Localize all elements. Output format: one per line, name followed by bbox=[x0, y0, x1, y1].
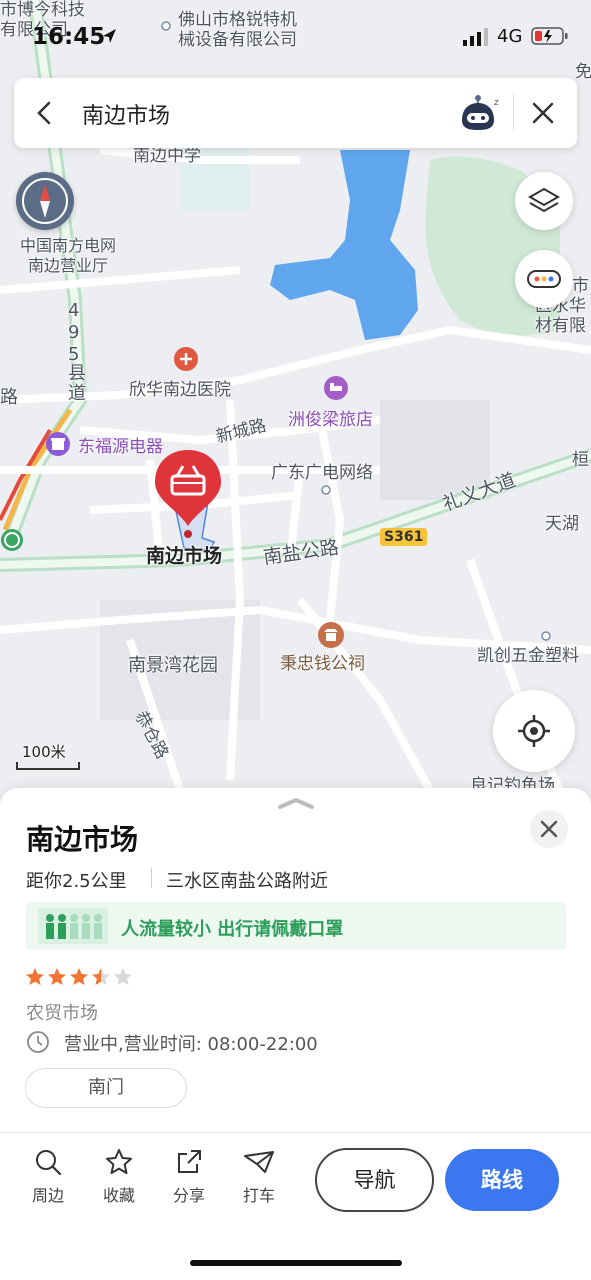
battery-icon bbox=[531, 27, 568, 45]
taxi-label: 打车 bbox=[242, 1186, 275, 1205]
map-label: 洲俊梁旅店 bbox=[288, 410, 373, 430]
star-icon bbox=[106, 1149, 132, 1174]
business-hours: 营业中,营业时间: 08:00-22:00 bbox=[64, 1034, 318, 1055]
divider bbox=[151, 868, 152, 888]
search-query[interactable]: 南边市场 bbox=[82, 98, 170, 130]
layers-button[interactable] bbox=[515, 172, 573, 230]
map-label: 南边中学 bbox=[133, 146, 201, 166]
taxi-icon bbox=[244, 1151, 274, 1173]
map-label: 欣华南边医院 bbox=[129, 380, 231, 400]
map-label: 南边市场 bbox=[146, 545, 223, 567]
home-indicator[interactable] bbox=[190, 1260, 402, 1266]
more-tools-button[interactable] bbox=[515, 250, 573, 308]
share-button[interactable]: 分享 bbox=[159, 1148, 219, 1206]
layers-icon bbox=[528, 187, 560, 213]
highway-badge: S361 bbox=[380, 528, 428, 546]
map-label: 县道 bbox=[68, 363, 86, 404]
drag-handle-icon[interactable] bbox=[276, 796, 316, 810]
network-label: 4G bbox=[497, 26, 523, 47]
place-address: 三水区南盐公路附近 bbox=[166, 871, 328, 892]
map-label: 495 bbox=[68, 300, 80, 365]
close-icon bbox=[540, 820, 558, 838]
hospital-icon[interactable] bbox=[172, 346, 200, 376]
share-label: 分享 bbox=[172, 1186, 205, 1205]
divider bbox=[513, 94, 514, 130]
compass-icon bbox=[22, 178, 68, 224]
close-icon[interactable] bbox=[532, 102, 554, 124]
clock-icon bbox=[27, 1031, 49, 1053]
market-marker[interactable] bbox=[150, 450, 230, 560]
map-label: 广东广电网络 bbox=[271, 463, 373, 483]
gate-chip[interactable]: 南门 bbox=[25, 1068, 187, 1108]
metro-icon[interactable] bbox=[0, 526, 28, 554]
location-arrow-icon bbox=[103, 29, 116, 43]
route-button[interactable]: 路线 bbox=[445, 1149, 559, 1211]
map-label: 东福源电器 bbox=[78, 437, 163, 457]
crowd-notice-text: 人流量较小 出行请佩戴口罩 bbox=[121, 919, 344, 940]
signal-icon bbox=[463, 28, 488, 46]
map-label: 秉忠钱公祠 bbox=[280, 654, 365, 674]
map-label: 天湖 bbox=[545, 514, 579, 534]
nearby-label: 周边 bbox=[31, 1186, 64, 1205]
map-label: 中国南方电网 bbox=[20, 236, 117, 255]
voice-assistant-icon[interactable]: z bbox=[458, 92, 504, 134]
map-label: 凯创五金塑料 bbox=[477, 646, 579, 666]
store-icon[interactable] bbox=[44, 430, 72, 458]
taxi-button[interactable]: 打车 bbox=[229, 1148, 289, 1206]
rating-stars bbox=[26, 968, 136, 988]
search-icon bbox=[36, 1150, 62, 1176]
place-category: 农贸市场 bbox=[26, 1003, 98, 1024]
map-scale: 100米 bbox=[16, 742, 80, 770]
scale-label: 100米 bbox=[22, 743, 66, 761]
poi-dot-icon bbox=[321, 485, 331, 495]
locate-button[interactable] bbox=[493, 690, 575, 772]
navigate-button[interactable]: 导航 bbox=[315, 1148, 434, 1212]
place-title: 南边市场 bbox=[26, 823, 139, 856]
map-label: 市 bbox=[572, 276, 589, 296]
nearby-button[interactable]: 周边 bbox=[18, 1148, 78, 1206]
status-bar: 16:45 4G bbox=[0, 0, 591, 64]
map-label: 南边营业厅 bbox=[28, 256, 109, 275]
more-tools-icon bbox=[527, 270, 561, 288]
divider bbox=[0, 1132, 591, 1133]
map-label: 路 bbox=[0, 387, 18, 408]
share-icon bbox=[178, 1150, 201, 1173]
map-label: 材有限 bbox=[535, 316, 586, 336]
map-label: 南景湾花园 bbox=[128, 655, 218, 676]
compass-button[interactable] bbox=[16, 172, 74, 230]
poi-dot-icon bbox=[541, 631, 551, 641]
place-distance: 距你2.5公里 bbox=[26, 871, 127, 892]
map-label: 桓 bbox=[572, 450, 589, 470]
close-sheet-button[interactable] bbox=[530, 810, 568, 848]
clock: 16:45 bbox=[32, 24, 106, 50]
crowd-notice[interactable]: 人流量较小 出行请佩戴口罩 bbox=[26, 902, 566, 950]
map-label: 免 bbox=[575, 62, 591, 82]
temple-icon[interactable] bbox=[316, 620, 346, 650]
search-bar[interactable]: 南边市场 z bbox=[14, 78, 577, 148]
back-icon[interactable] bbox=[34, 100, 54, 126]
favorite-label: 收藏 bbox=[102, 1186, 135, 1205]
star-rating-icon bbox=[26, 968, 132, 985]
crowd-icon bbox=[38, 908, 108, 944]
locate-icon bbox=[518, 715, 550, 747]
svg-text:z: z bbox=[494, 98, 499, 108]
favorite-button[interactable]: 收藏 bbox=[89, 1148, 149, 1206]
hotel-icon[interactable] bbox=[322, 374, 350, 402]
